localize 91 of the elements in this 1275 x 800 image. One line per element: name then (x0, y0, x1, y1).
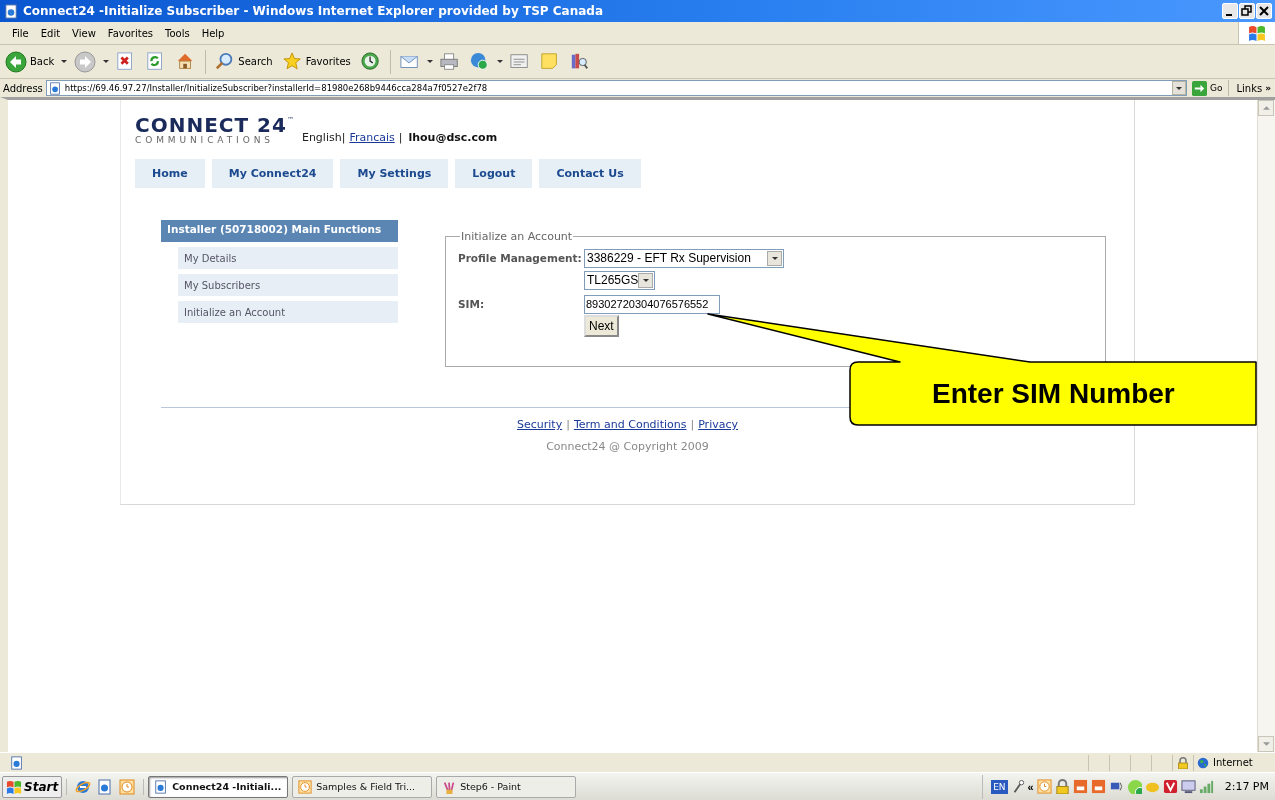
app-icon[interactable] (1090, 779, 1106, 794)
back-button[interactable]: Back (2, 48, 58, 75)
form-legend: Initialize an Account (460, 230, 574, 243)
field-label: Profile Management: (458, 252, 582, 264)
browser-icon (154, 779, 169, 794)
page-icon (48, 81, 62, 95)
caret-icon (771, 256, 778, 260)
caret-icon[interactable] (426, 60, 433, 63)
go-button[interactable]: Go (1190, 80, 1230, 96)
window-title: Connect24 -Initialize Subscriber - Windows Internet Explorer provided by TSP Canada (23, 4, 604, 18)
profile-select[interactable]: 3386229 - EFT Rx Supervision (584, 248, 784, 268)
menu-item[interactable]: File (6, 25, 35, 41)
sidebar-item[interactable]: Initialize an Account (178, 301, 398, 323)
restore-icon (1241, 5, 1253, 17)
separator-text: | (398, 131, 403, 144)
copyright-text: Connect24 @ Copyright 2009 (545, 440, 710, 453)
brushes-icon (442, 779, 457, 794)
nav-tab[interactable]: Contact Us (539, 159, 641, 188)
monitor-icon[interactable] (1180, 779, 1196, 794)
caret-down-icon (1262, 742, 1270, 746)
taskbar-task[interactable]: Connect24 -Initiali... (148, 775, 289, 798)
caret-icon[interactable] (496, 60, 503, 63)
menu-item[interactable]: Help (195, 25, 231, 41)
sidebar-item[interactable]: My Details (178, 247, 398, 269)
user-email: lhou@dsc.com (408, 131, 498, 144)
messenger-icon[interactable] (1126, 779, 1142, 794)
back-icon (5, 50, 27, 73)
footer-link[interactable]: Security (517, 418, 563, 431)
restore-button[interactable] (1239, 3, 1255, 19)
taskbar-task[interactable]: Samples & Field Tri... (292, 775, 433, 798)
star-icon (282, 51, 303, 72)
globe-icon (1197, 756, 1209, 769)
menu-item[interactable]: Favorites (101, 25, 159, 41)
separator-text: | (690, 418, 695, 431)
caret-icon[interactable] (103, 60, 110, 63)
caret-icon (642, 278, 649, 282)
menu-item[interactable]: Tools (159, 25, 196, 41)
tray-expand-button[interactable]: « (1027, 780, 1034, 793)
field-label: SIM: (458, 298, 486, 310)
nav-tab[interactable]: My Connect24 (211, 159, 334, 188)
lock-icon (1177, 756, 1189, 769)
browser-icon (4, 3, 19, 19)
footer-link[interactable]: Privacy (698, 418, 738, 431)
lock-icon[interactable] (1054, 779, 1070, 794)
close-button[interactable] (1256, 3, 1272, 19)
caret-icon (1176, 86, 1182, 90)
next-button[interactable]: Next (584, 315, 619, 337)
nav-tab[interactable]: My Settings (340, 159, 449, 188)
caret-up-icon (1262, 106, 1270, 110)
language-label: English| (301, 131, 346, 144)
browser-icon[interactable] (75, 778, 92, 795)
model-select[interactable]: TL265GS (584, 270, 655, 290)
forward-icon (74, 50, 97, 73)
windows-logo (6, 778, 22, 795)
note-icon (539, 51, 560, 72)
minimize-icon (1225, 13, 1232, 16)
clock-icon[interactable] (119, 778, 136, 795)
books-icon (569, 51, 590, 72)
nav-tab[interactable]: Logout (455, 159, 533, 188)
address-label: Address (3, 82, 43, 94)
messenger-icon (469, 51, 490, 72)
zone-label: Internet (1213, 757, 1253, 768)
separator-text: | (566, 418, 570, 431)
menu-item[interactable]: View (66, 25, 102, 41)
app-icon[interactable] (1072, 779, 1088, 794)
address-field[interactable]: https://69.46.97.27/Installer/InitializeSubscriber?installerId=81980e268b9446cca284a7f0527e2f78 (45, 80, 1187, 96)
history-icon (360, 51, 381, 72)
search-button[interactable]: Search (212, 49, 276, 74)
sim-field[interactable]: 89302720304076576552 (584, 294, 720, 314)
language-indicator[interactable]: EN (991, 779, 1008, 794)
caret-icon[interactable] (61, 60, 68, 63)
callout-text: Enter SIM Number (932, 378, 1175, 410)
clock-icon[interactable] (1036, 779, 1052, 794)
links-button[interactable]: Links » (1232, 82, 1275, 94)
start-button[interactable]: Start (2, 775, 63, 798)
printer-icon (439, 51, 460, 72)
clock: 2:17 PM (1224, 780, 1269, 793)
nav-tab[interactable]: Home (135, 159, 205, 188)
shield-icon[interactable] (1162, 779, 1178, 794)
clock-icon (298, 779, 313, 794)
language-link[interactable]: Francais (349, 131, 395, 144)
dropdown-button[interactable] (1172, 81, 1186, 95)
menu-item[interactable]: Edit (34, 25, 67, 41)
sidebar-heading: Installer (50718002) Main Functions (161, 220, 398, 242)
footer-link[interactable]: Term and Conditions (573, 418, 687, 431)
close-icon (1258, 5, 1270, 17)
favorites-button[interactable]: Favorites (279, 49, 354, 74)
browser-icon[interactable] (97, 778, 114, 795)
taskbar-task[interactable]: Step6 - Paint (436, 775, 577, 798)
minimize-button[interactable] (1222, 3, 1238, 19)
sidebar-item[interactable]: My Subscribers (178, 274, 398, 296)
